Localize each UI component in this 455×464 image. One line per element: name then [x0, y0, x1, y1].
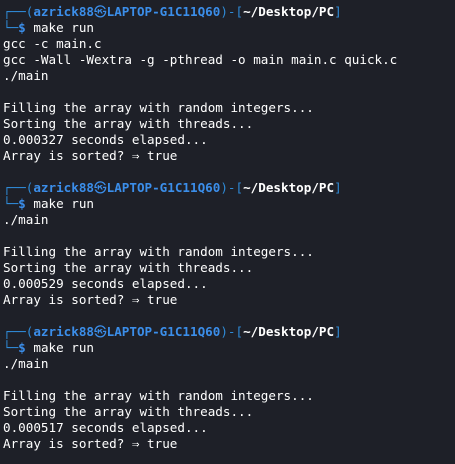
- sorted-result-line: Array is sorted? ⇒ true: [3, 436, 178, 451]
- prompt-host: LAPTOP-G1C11Q60: [106, 4, 221, 19]
- skull-icon: ㉿: [94, 324, 107, 339]
- prompt-box-bottom: └─: [3, 20, 19, 35]
- prompt-user: azrick88: [33, 4, 95, 19]
- prompt-dollar: $: [18, 20, 26, 35]
- program-output-line: Sorting the array with threads...: [3, 404, 254, 419]
- prompt-line-command: └─$ make run: [3, 20, 455, 36]
- prompt-cwd: ~/Desktop/PC: [243, 180, 335, 195]
- program-output-line: Filling the array with random integers..…: [3, 388, 314, 403]
- prompt-cwd: ~/Desktop/PC: [243, 4, 335, 19]
- sorted-result-line: Array is sorted? ⇒ true: [3, 148, 178, 163]
- elapsed-time-line: 0.000529 seconds elapsed...: [3, 276, 208, 291]
- program-output-line: Sorting the array with threads...: [3, 260, 254, 275]
- skull-icon: ㉿: [94, 180, 107, 195]
- prompt-line-command: └─$ make run: [3, 196, 455, 212]
- command-text: make run: [33, 20, 95, 35]
- program-output-line: Sorting the array with threads...: [3, 116, 254, 131]
- build-output-line: ./main: [3, 356, 49, 371]
- prompt-box-mid: )-[: [220, 180, 244, 195]
- terminal-window[interactable]: ┌──(azrick88㉿LAPTOP-G1C11Q60)-[~/Desktop…: [0, 0, 455, 464]
- prompt-box-mid: )-[: [220, 4, 244, 19]
- prompt-box-bottom: └─: [3, 340, 19, 355]
- prompt-cwd: ~/Desktop/PC: [243, 324, 335, 339]
- program-output-line: Filling the array with random integers..…: [3, 100, 314, 115]
- command-text: make run: [33, 340, 95, 355]
- prompt-host: LAPTOP-G1C11Q60: [106, 324, 221, 339]
- terminal-output: ┌──(azrick88㉿LAPTOP-G1C11Q60)-[~/Desktop…: [3, 4, 455, 452]
- skull-icon: ㉿: [94, 4, 107, 19]
- prompt-user: azrick88: [33, 324, 95, 339]
- prompt-line-top: ┌──(azrick88㉿LAPTOP-G1C11Q60)-[~/Desktop…: [3, 324, 455, 340]
- build-output-line: ./main: [3, 68, 49, 83]
- prompt-line-top: ┌──(azrick88㉿LAPTOP-G1C11Q60)-[~/Desktop…: [3, 4, 455, 20]
- prompt-dollar: $: [18, 196, 26, 211]
- prompt-box-left: ┌──(: [3, 180, 34, 195]
- prompt-host: LAPTOP-G1C11Q60: [106, 180, 221, 195]
- prompt-box-left: ┌──(: [3, 324, 34, 339]
- build-output-line: ./main: [3, 212, 49, 227]
- prompt-box-right: ]: [334, 4, 342, 19]
- elapsed-time-line: 0.000327 seconds elapsed...: [3, 132, 208, 147]
- prompt-box-right: ]: [334, 180, 342, 195]
- build-output-line: gcc -c main.c: [3, 36, 102, 51]
- program-output-line: Filling the array with random integers..…: [3, 244, 314, 259]
- prompt-user: azrick88: [33, 180, 95, 195]
- prompt-line-command: └─$ make run: [3, 340, 455, 356]
- elapsed-time-line: 0.000517 seconds elapsed...: [3, 420, 208, 435]
- prompt-box-right: ]: [334, 324, 342, 339]
- build-output-line: gcc -Wall -Wextra -g -pthread -o main ma…: [3, 52, 398, 67]
- prompt-line-top: ┌──(azrick88㉿LAPTOP-G1C11Q60)-[~/Desktop…: [3, 180, 455, 196]
- prompt-box-left: ┌──(: [3, 4, 34, 19]
- command-text: make run: [33, 196, 95, 211]
- prompt-dollar: $: [18, 340, 26, 355]
- sorted-result-line: Array is sorted? ⇒ true: [3, 292, 178, 307]
- prompt-box-bottom: └─: [3, 196, 19, 211]
- prompt-box-mid: )-[: [220, 324, 244, 339]
